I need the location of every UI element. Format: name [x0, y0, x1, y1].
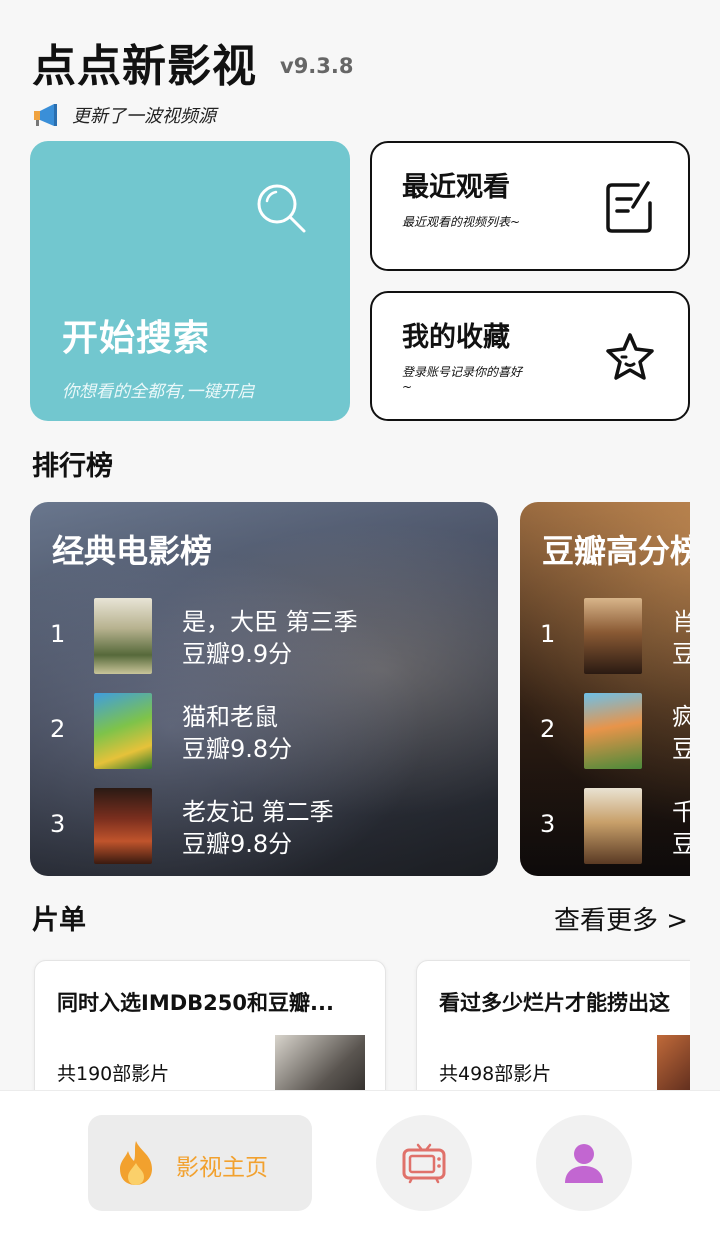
playlists-carousel[interactable]: 同时入选IMDB250和豆瓣... 共190部影片 2703人标记 看过多少烂片…	[0, 958, 690, 1098]
user-icon	[565, 1144, 603, 1183]
bottom-nav: 影视主页	[0, 1090, 720, 1234]
rank-number: 2	[50, 715, 66, 743]
nav-home-label: 影视主页	[176, 1155, 268, 1181]
playlist-count: 共190部影片	[57, 1063, 170, 1085]
ranking-item-title: 疯	[672, 703, 690, 731]
poster-image	[584, 788, 642, 864]
ranking-board-title: 经典电影榜	[52, 532, 213, 570]
playlists-section-title: 片单	[32, 905, 86, 936]
ranking-item-score: 豆	[672, 735, 690, 763]
rank-number: 1	[540, 620, 556, 648]
see-more-link[interactable]: 查看更多 >	[554, 900, 688, 937]
favorites-title: 我的收藏	[402, 322, 510, 353]
ranking-item-score: 豆瓣9.8分	[182, 830, 293, 858]
app-title: 点点新影视	[32, 41, 257, 92]
rankings-section-title: 排行榜	[32, 451, 113, 482]
flame-icon	[120, 1141, 152, 1185]
rank-number: 2	[540, 715, 556, 743]
nav-tv-tab[interactable]	[376, 1115, 472, 1211]
playlist-count: 共498部影片	[439, 1063, 552, 1085]
notice-text: 更新了一波视频源	[72, 106, 216, 127]
ranking-board-classic[interactable]: 经典电影榜 1 是，大臣 第三季 豆瓣9.9分 2 猫和老鼠 豆瓣9.8分 3 …	[30, 502, 498, 876]
recent-title: 最近观看	[402, 172, 510, 203]
search-subtitle: 你想看的全都有,一键开启	[62, 382, 255, 402]
rankings-carousel[interactable]: 经典电影榜 1 是，大臣 第三季 豆瓣9.9分 2 猫和老鼠 豆瓣9.8分 3 …	[30, 502, 690, 876]
megaphone-icon	[34, 104, 57, 126]
nav-profile-tab[interactable]	[536, 1115, 632, 1211]
playlist-thumbnail	[657, 1035, 690, 1098]
poster-image	[584, 693, 642, 769]
app-version: v9.3.8	[280, 54, 354, 78]
ranking-item-title: 老友记 第二季	[182, 798, 334, 826]
favorites-description: 登录账号记录你的喜好~	[402, 365, 523, 394]
nav-home-tab[interactable]: 影视主页	[88, 1115, 312, 1211]
tv-icon	[402, 1143, 446, 1184]
rank-number: 3	[540, 810, 556, 838]
ranking-board-title: 豆瓣高分榜	[542, 532, 690, 570]
rank-number: 1	[50, 620, 66, 648]
search-card[interactable]: 开始搜索 你想看的全都有,一键开启	[30, 141, 350, 421]
ranking-item-score: 豆瓣9.8分	[182, 735, 293, 763]
playlist-card[interactable]: 同时入选IMDB250和豆瓣... 共190部影片 2703人标记	[34, 960, 386, 1098]
ranking-item-score: 豆	[672, 640, 690, 668]
ranking-item-score: 豆	[672, 830, 690, 858]
playlist-title: 同时入选IMDB250和豆瓣...	[57, 991, 334, 1015]
star-icon	[606, 333, 654, 380]
ranking-item[interactable]: 3 千 豆	[520, 788, 690, 864]
ranking-board-douban[interactable]: 豆瓣高分榜 1 肖 豆 2 疯 豆 3 千 豆	[520, 502, 690, 876]
rank-number: 3	[50, 810, 66, 838]
ranking-item[interactable]: 1 肖 豆	[520, 598, 690, 674]
ranking-item-score: 豆瓣9.9分	[182, 640, 293, 668]
playlist-title: 看过多少烂片才能捞出这	[439, 991, 670, 1015]
notice-bar[interactable]: 更新了一波视频源	[32, 98, 216, 132]
search-icon	[257, 184, 306, 233]
poster-image	[584, 598, 642, 674]
ranking-item-title: 是，大臣 第三季	[182, 608, 358, 636]
search-title: 开始搜索	[62, 318, 211, 359]
ranking-item[interactable]: 2 猫和老鼠 豆瓣9.8分	[30, 693, 498, 769]
poster-image	[94, 788, 152, 864]
ranking-item-title: 猫和老鼠	[182, 703, 278, 731]
ranking-item-title: 千	[672, 798, 690, 826]
ranking-item[interactable]: 2 疯 豆	[520, 693, 690, 769]
favorites-card[interactable]: 我的收藏 登录账号记录你的喜好~	[370, 291, 690, 421]
ranking-item[interactable]: 1 是，大臣 第三季 豆瓣9.9分	[30, 598, 498, 674]
ranking-item-title: 肖	[672, 608, 690, 636]
playlist-thumbnail	[275, 1035, 365, 1098]
edit-note-icon	[606, 181, 652, 233]
ranking-item[interactable]: 3 老友记 第二季 豆瓣9.8分	[30, 788, 498, 864]
recent-description: 最近观看的视频列表~	[402, 215, 521, 229]
poster-image	[94, 693, 152, 769]
recent-card[interactable]: 最近观看 最近观看的视频列表~	[370, 141, 690, 271]
playlist-card[interactable]: 看过多少烂片才能捞出这 共498部影片 2333人标记	[416, 960, 690, 1098]
poster-image	[94, 598, 152, 674]
